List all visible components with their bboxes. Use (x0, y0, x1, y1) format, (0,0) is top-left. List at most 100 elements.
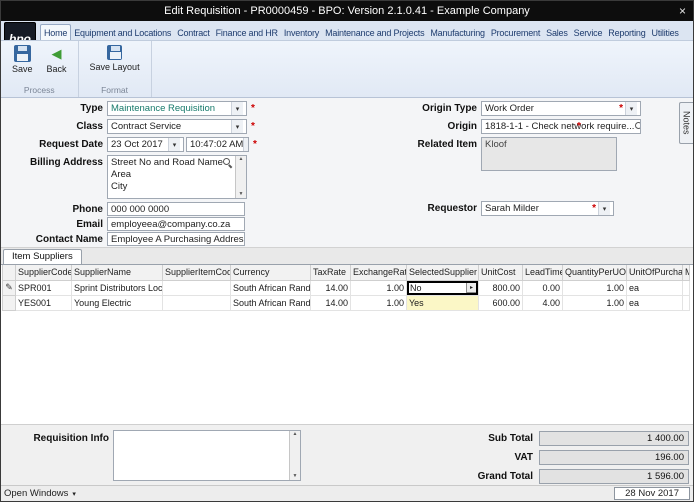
chevron-down-icon[interactable] (231, 120, 243, 133)
type-combobox[interactable]: Maintenance Requisition (107, 101, 247, 116)
email-field[interactable]: employeea@company.co.za (107, 217, 245, 231)
origin-required-marker: * (577, 121, 581, 132)
table-row[interactable]: SPR001 Sprint Distributors Local South A… (2, 279, 690, 296)
scroll-up-icon[interactable] (293, 431, 298, 438)
cell-exchange-rate[interactable]: 1.00 (350, 294, 407, 311)
header-unit-cost[interactable]: UnitCost (478, 265, 523, 281)
back-button[interactable]: Back (42, 43, 72, 76)
ribbon-group-format: Save Layout Format (79, 41, 152, 97)
header-lead-time[interactable]: LeadTime (522, 265, 563, 281)
contact-name-field[interactable]: Employee A Purchasing Address (107, 232, 245, 246)
status-bar: Open Windows 28 Nov 2017 (1, 485, 693, 501)
time-spinner-buttons[interactable] (243, 138, 248, 152)
vat-label: VAT (514, 452, 533, 463)
header-supplier-code[interactable]: SupplierCode (15, 265, 72, 281)
ribbon-tab-procurement[interactable]: Procurement (488, 25, 543, 40)
ribbon-tab-manufacturing[interactable]: Manufacturing (427, 25, 487, 40)
cell-quantity-per-uop[interactable]: 1.00 (562, 279, 627, 296)
header-selected-supplier[interactable]: SelectedSupplier (406, 265, 479, 281)
request-time-spinner[interactable]: 10:47:02 AM (186, 137, 249, 152)
cell-supplier-item-code[interactable] (162, 294, 231, 311)
save-layout-icon (107, 45, 123, 60)
origin-field[interactable]: 1818-1-1 - Check network require... (481, 119, 641, 134)
ribbon-tab-inventory[interactable]: Inventory (281, 25, 322, 40)
cell-unit-cost[interactable]: 800.00 (478, 279, 523, 296)
requisition-info-scrollbar[interactable] (289, 431, 300, 480)
cell-unit-of-purchase[interactable]: ea (626, 294, 683, 311)
header-unit-of-purchase[interactable]: UnitOfPurchase (626, 265, 683, 281)
chevron-down-icon[interactable] (625, 102, 637, 115)
ribbon-tab-equipment-and-locations[interactable]: Equipment and Locations (71, 25, 174, 40)
chevron-down-icon[interactable] (598, 202, 610, 215)
ribbon-tab-maintenance-and-projects[interactable]: Maintenance and Projects (322, 25, 427, 40)
cell-tax-rate[interactable]: 14.00 (310, 279, 351, 296)
ribbon-tab-service[interactable]: Service (571, 25, 606, 40)
grand-total-value: 1 596.00 (539, 469, 689, 484)
cell-currency[interactable]: South African Rand (230, 294, 311, 311)
item-suppliers-grid: SupplierCode SupplierName SupplierItemCo… (1, 264, 693, 424)
spinner-down-icon[interactable] (244, 145, 248, 152)
phone-field[interactable]: 000 000 0000 (107, 202, 245, 216)
cell-supplier-item-code[interactable] (162, 279, 231, 296)
notes-side-tab[interactable]: Notes (679, 102, 693, 144)
ribbon-tab-finance-and-hr[interactable]: Finance and HR (213, 25, 281, 40)
search-icon[interactable] (634, 121, 640, 132)
save-button[interactable]: Save (7, 43, 38, 76)
cell-exchange-rate[interactable]: 1.00 (350, 279, 407, 296)
table-row[interactable]: YES001 Young Electric South African Rand… (2, 294, 690, 311)
requisition-info-field[interactable] (113, 430, 301, 481)
ribbon-tab-home[interactable]: Home (40, 24, 72, 40)
header-currency[interactable]: Currency (230, 265, 311, 281)
row-indicator-cell (2, 294, 16, 311)
request-date-required-marker: * (253, 139, 257, 150)
cell-lead-time[interactable]: 4.00 (522, 294, 563, 311)
tab-item-suppliers[interactable]: Item Suppliers (3, 249, 82, 264)
close-icon[interactable] (679, 1, 686, 21)
cell-supplier-name[interactable]: Young Electric (71, 294, 163, 311)
phone-label: Phone (72, 204, 103, 215)
origin-type-label: Origin Type (422, 103, 477, 114)
header-tax-rate[interactable]: TaxRate (310, 265, 351, 281)
header-quantity-per-uop[interactable]: QuantityPerUOP (562, 265, 627, 281)
selected-supplier-editor[interactable]: No (407, 281, 478, 294)
cell-mi[interactable] (682, 294, 690, 311)
open-windows-button[interactable]: Open Windows (4, 488, 76, 499)
scroll-down-icon[interactable] (239, 191, 244, 198)
header-supplier-name[interactable]: SupplierName (71, 265, 163, 281)
class-label: Class (76, 121, 103, 132)
ribbon-tab-utilities[interactable]: Utilities (649, 25, 682, 40)
app-logo-button[interactable]: bpo (4, 22, 36, 40)
cell-quantity-per-uop[interactable]: 1.00 (562, 294, 627, 311)
cell-selected-supplier[interactable]: Yes (406, 294, 479, 311)
save-layout-button[interactable]: Save Layout (85, 43, 145, 74)
scroll-up-icon[interactable] (239, 156, 244, 163)
header-supplier-item-code[interactable]: SupplierItemCode (162, 265, 231, 281)
header-mi[interactable]: Mi (682, 265, 690, 281)
cell-lead-time[interactable]: 0.00 (522, 279, 563, 296)
chevron-down-icon[interactable] (168, 138, 180, 151)
request-date-picker[interactable]: 23 Oct 2017 (107, 137, 184, 152)
ribbon-tab-reporting[interactable]: Reporting (605, 25, 648, 40)
cell-mi[interactable] (682, 279, 690, 296)
billing-address-field[interactable]: Street No and Road Name Area City (107, 155, 247, 199)
header-exchange-rate[interactable]: ExchangeRate (350, 265, 407, 281)
ribbon-tab-sales[interactable]: Sales (543, 25, 571, 40)
ribbon-tab-contract[interactable]: Contract (174, 25, 212, 40)
ribbon-group-process: Save Back Process (1, 41, 79, 97)
cell-supplier-name[interactable]: Sprint Distributors Local (71, 279, 163, 296)
chevron-down-icon[interactable] (231, 102, 243, 115)
class-combobox[interactable]: Contract Service (107, 119, 247, 134)
cell-supplier-code[interactable]: SPR001 (15, 279, 72, 296)
billing-address-scrollbar[interactable] (235, 156, 246, 198)
cell-currency[interactable]: South African Rand (230, 279, 311, 296)
search-icon[interactable] (222, 157, 233, 168)
dropdown-button[interactable] (466, 282, 477, 293)
scroll-down-icon[interactable] (293, 473, 298, 480)
cell-tax-rate[interactable]: 14.00 (310, 294, 351, 311)
cell-selected-supplier[interactable]: No (406, 279, 479, 296)
cell-unit-of-purchase[interactable]: ea (626, 279, 683, 296)
cell-supplier-code[interactable]: YES001 (15, 294, 72, 311)
requestor-combobox[interactable]: Sarah Milder * (481, 201, 614, 216)
cell-unit-cost[interactable]: 600.00 (478, 294, 523, 311)
origin-type-combobox[interactable]: Work Order * (481, 101, 641, 116)
